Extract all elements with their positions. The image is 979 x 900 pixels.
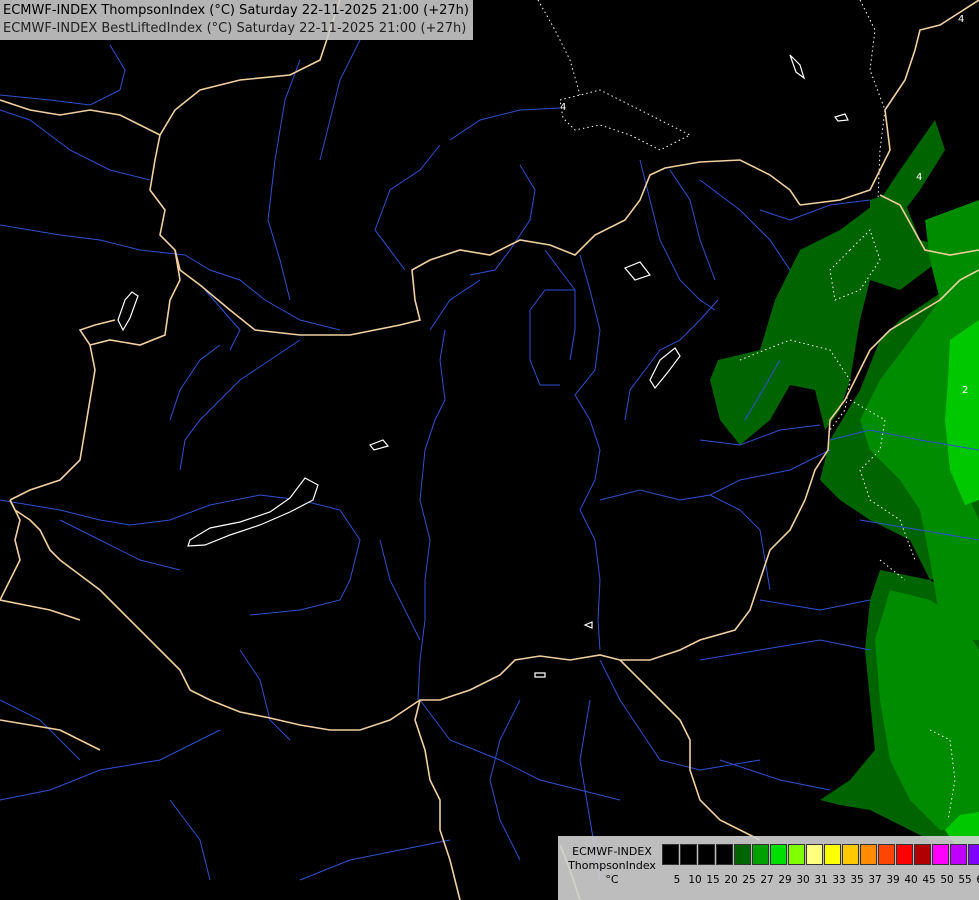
legend-tick-label: 45 [922, 874, 936, 886]
legend-swatch [968, 844, 979, 865]
legend-tick-label: 55 [958, 874, 972, 886]
legend-swatch [896, 844, 913, 865]
legend-ticks: 5 10 15 20 25 27 29 30 31 33 35 37 39 40 45 50 5560 [668, 874, 979, 886]
legend-swatch [806, 844, 823, 865]
legend-tick-label: 25 [742, 874, 756, 886]
legend-tick-label: 30 [796, 874, 810, 886]
legend-tick-label: 29 [778, 874, 792, 886]
legend-swatch [734, 844, 751, 865]
legend-swatch [878, 844, 895, 865]
legend-swatch [950, 844, 967, 865]
legend-swatch [788, 844, 805, 865]
contour-label: 4 [916, 172, 922, 183]
title-thompson-index: ECMWF-INDEX ThompsonIndex (°C) Saturday … [3, 3, 469, 18]
contour-label: 4 [560, 102, 566, 113]
map-title: ECMWF-INDEX ThompsonIndex (°C) Saturday … [0, 0, 473, 40]
legend-tick-label: 10 [688, 874, 702, 886]
legend-swatch [824, 844, 841, 865]
legend-swatch [680, 844, 697, 865]
legend-tick-label: 35 [850, 874, 864, 886]
weather-map: 4 4 4 2 [0, 0, 979, 900]
legend-swatch [932, 844, 949, 865]
legend-swatch [716, 844, 733, 865]
legend-swatch [770, 844, 787, 865]
legend-swatch [698, 844, 715, 865]
legend-tick-label: 50 [940, 874, 954, 886]
legend-tick-label: 31 [814, 874, 828, 886]
legend-tick-label: 5 [673, 874, 681, 886]
legend-variable: ThompsonIndex [568, 859, 656, 872]
legend-label: ECMWF-INDEX ThompsonIndex °C [564, 845, 660, 887]
legend-swatch [662, 844, 679, 865]
title-best-lifted-index: ECMWF-INDEX BestLiftedIndex (°C) Saturda… [3, 21, 467, 36]
legend-tick-label: 27 [760, 874, 774, 886]
contour-label: 4 [958, 14, 964, 25]
legend-model: ECMWF-INDEX [572, 845, 652, 858]
legend-tick-label: 40 [904, 874, 918, 886]
legend-tick-label: 15 [706, 874, 720, 886]
legend-tick-label: 33 [832, 874, 846, 886]
color-legend: ECMWF-INDEX ThompsonIndex °C 5 10 15 20 25 27… [558, 836, 979, 900]
legend-swatch [752, 844, 769, 865]
legend-unit: °C [605, 873, 619, 886]
contour-label: 2 [962, 385, 968, 396]
legend-swatch [860, 844, 877, 865]
legend-swatches [662, 844, 979, 865]
legend-tick-label: 37 [868, 874, 882, 886]
legend-swatch [842, 844, 859, 865]
legend-swatch [914, 844, 931, 865]
legend-tick-label: 60 [974, 874, 979, 886]
legend-tick-label: 20 [724, 874, 738, 886]
legend-tick-label: 39 [886, 874, 900, 886]
